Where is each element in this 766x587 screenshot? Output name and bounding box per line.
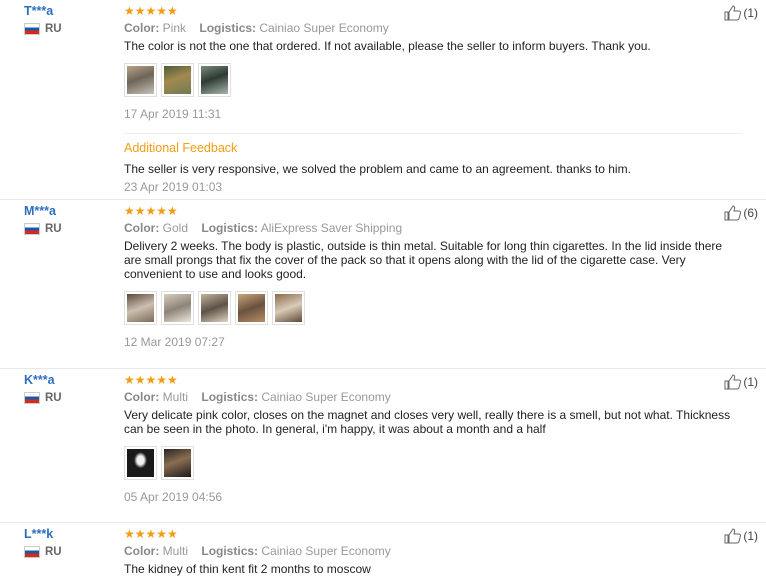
logistics-value: Cainiao Super Economy: [261, 544, 391, 558]
review-meta: Color: Multi Logistics: Cainiao Super Ec…: [124, 544, 742, 558]
review-photo[interactable]: [124, 63, 157, 97]
logistics-value: Cainiao Super Economy: [259, 21, 389, 35]
thumbs-up-icon: [724, 205, 742, 221]
logistics-value: Cainiao Super Economy: [261, 390, 391, 404]
logistics-value: AliExpress Saver Shipping: [260, 221, 403, 235]
review-photo[interactable]: [235, 291, 268, 325]
review-photo[interactable]: [161, 446, 194, 480]
review-text: The kidney of thin kent fit 2 months to …: [124, 562, 371, 576]
review-1: T***a RU ★★★★★ Color: Pink Logistics: Ca…: [0, 0, 766, 200]
additional-feedback-title: Additional Feedback: [124, 141, 238, 155]
review-photo[interactable]: [161, 291, 194, 325]
review-photos: [124, 63, 742, 97]
review-3: K***a RU ★★★★★ Color: Multi Logistics: C…: [0, 369, 766, 523]
review-photo[interactable]: [272, 291, 305, 325]
star-rating: ★★★★★: [124, 4, 178, 18]
additional-feedback-text: The seller is very responsive, we solved…: [124, 162, 631, 176]
helpful-count: (1): [743, 375, 758, 389]
review-photo[interactable]: [198, 63, 231, 97]
review-date: 05 Apr 2019 04:56: [124, 490, 223, 504]
review-meta: Color: Gold Logistics: AliExpress Saver …: [124, 221, 742, 235]
review-photo[interactable]: [161, 63, 194, 97]
reviewer-name[interactable]: T***a: [24, 4, 114, 18]
country-code: RU: [45, 392, 62, 404]
review-photo[interactable]: [198, 291, 231, 325]
helpful-button[interactable]: (6): [724, 205, 758, 221]
reviewer-country: RU: [24, 23, 114, 35]
thumbs-up-icon: [724, 374, 742, 390]
reviewer-info: T***a RU: [24, 4, 114, 35]
helpful-count: (6): [743, 206, 758, 220]
review-date: 12 Mar 2019 07:27: [124, 335, 225, 349]
logistics-label: Logistics:: [199, 21, 257, 35]
additional-feedback: Additional Feedback The seller is very r…: [124, 133, 742, 194]
reviewer-country: RU: [24, 392, 114, 404]
helpful-button[interactable]: (1): [724, 5, 758, 21]
helpful-button[interactable]: (1): [724, 528, 758, 544]
helpful-button[interactable]: (1): [724, 374, 758, 390]
reviewer-name[interactable]: M***a: [24, 204, 114, 218]
helpful-count: (1): [743, 529, 758, 543]
country-code: RU: [45, 546, 62, 558]
color-label: Color:: [124, 390, 160, 404]
review-text: The color is not the one that ordered. I…: [124, 39, 651, 53]
review-meta: Color: Pink Logistics: Cainiao Super Eco…: [124, 21, 742, 35]
russia-flag-icon: [24, 546, 40, 558]
russia-flag-icon: [24, 392, 40, 404]
additional-feedback-date: 23 Apr 2019 01:03: [124, 180, 223, 194]
reviewer-info: M***a RU: [24, 204, 114, 235]
thumbs-up-icon: [724, 5, 742, 21]
review-photos: [124, 291, 742, 325]
color-label: Color:: [124, 221, 160, 235]
star-rating: ★★★★★: [124, 373, 178, 387]
reviewer-name[interactable]: L***k: [24, 527, 114, 541]
review-content: ★★★★★ Color: Multi Logistics: Cainiao Su…: [124, 527, 742, 576]
review-text: Delivery 2 weeks. The body is plastic, o…: [124, 239, 723, 281]
reviewer-info: L***k RU: [24, 527, 114, 558]
review-text: Very delicate pink color, closes on the …: [124, 408, 731, 436]
reviewer-info: K***a RU: [24, 373, 114, 404]
russia-flag-icon: [24, 23, 40, 35]
reviewer-country: RU: [24, 223, 114, 235]
color-value: Multi: [162, 544, 189, 558]
review-content: ★★★★★ Color: Multi Logistics: Cainiao Su…: [124, 373, 742, 504]
color-label: Color:: [124, 21, 160, 35]
review-photo[interactable]: [124, 446, 157, 480]
country-code: RU: [45, 23, 62, 35]
reviewer-name[interactable]: K***a: [24, 373, 114, 387]
color-value: Gold: [162, 221, 189, 235]
country-code: RU: [45, 223, 62, 235]
review-photo[interactable]: [124, 291, 157, 325]
star-rating: ★★★★★: [124, 204, 178, 218]
russia-flag-icon: [24, 223, 40, 235]
reviewer-country: RU: [24, 546, 114, 558]
review-content: ★★★★★ Color: Pink Logistics: Cainiao Sup…: [124, 4, 742, 194]
review-photos: [124, 446, 742, 480]
review-2: M***a RU ★★★★★ Color: Gold Logistics: Al…: [0, 200, 766, 369]
review-content: ★★★★★ Color: Gold Logistics: AliExpress …: [124, 204, 742, 349]
thumbs-up-icon: [724, 528, 742, 544]
helpful-count: (1): [743, 6, 758, 20]
review-date: 17 Apr 2019 11:31: [124, 107, 222, 121]
color-label: Color:: [124, 544, 160, 558]
logistics-label: Logistics:: [201, 544, 259, 558]
star-rating: ★★★★★: [124, 527, 178, 541]
logistics-label: Logistics:: [201, 390, 259, 404]
color-value: Multi: [162, 390, 189, 404]
color-value: Pink: [162, 21, 187, 35]
review-4: L***k RU ★★★★★ Color: Multi Logistics: C…: [0, 523, 766, 587]
logistics-label: Logistics:: [201, 221, 259, 235]
review-meta: Color: Multi Logistics: Cainiao Super Ec…: [124, 390, 742, 404]
